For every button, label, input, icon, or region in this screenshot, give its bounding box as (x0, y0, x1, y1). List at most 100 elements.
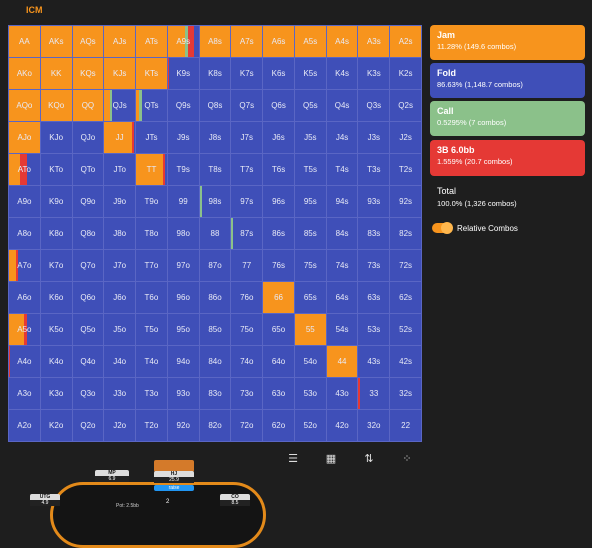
seat-utg[interactable]: UTG 4.9 (30, 494, 60, 506)
hand-cell-A4s[interactable]: A4s (325, 25, 358, 57)
hand-cell-Q3s[interactable]: Q3s (357, 89, 390, 121)
hand-cell-Q8o[interactable]: Q8o (71, 217, 104, 249)
hand-cell-J8s[interactable]: J8s (198, 121, 231, 153)
hand-cell-Q4o[interactable]: Q4o (71, 345, 104, 377)
hand-cell-K7o[interactable]: K7o (39, 249, 72, 281)
hand-cell-KTs[interactable]: KTs (135, 57, 167, 89)
hand-cell-A2s[interactable]: A2s (389, 25, 421, 57)
hand-cell-KQs[interactable]: KQs (71, 57, 104, 89)
hand-cell-77[interactable]: 77 (230, 249, 263, 281)
hand-cell-84s[interactable]: 84s (325, 217, 358, 249)
hand-cell-J3s[interactable]: J3s (357, 121, 390, 153)
toggle-switch[interactable] (432, 222, 453, 234)
hand-cell-A8s[interactable]: A8s (198, 25, 231, 57)
hand-cell-64o[interactable]: 64o (262, 345, 294, 377)
hand-cell-K6o[interactable]: K6o (39, 281, 72, 313)
hand-cell-K2s[interactable]: K2s (389, 57, 421, 89)
hand-cell-63o[interactable]: 63o (262, 377, 294, 409)
hand-cell-96s[interactable]: 96s (262, 185, 294, 217)
hand-cell-AKo[interactable]: AKo (8, 57, 40, 89)
hand-cell-32s[interactable]: 32s (389, 377, 421, 409)
hand-cell-87s[interactable]: 87s (230, 217, 263, 249)
hand-cell-J2s[interactable]: J2s (389, 121, 421, 153)
hand-cell-A9o[interactable]: A9o (8, 185, 40, 217)
hand-cell-74o[interactable]: 74o (230, 345, 263, 377)
hand-cell-T2s[interactable]: T2s (389, 153, 421, 185)
hand-cell-ATs[interactable]: ATs (135, 25, 167, 57)
hand-cell-A5o[interactable]: A5o (8, 313, 40, 345)
hand-cell-T8o[interactable]: T8o (135, 217, 167, 249)
legend-jam[interactable]: Jam 11.28% (149.6 combos) (430, 25, 585, 60)
hand-cell-K4s[interactable]: K4s (325, 57, 358, 89)
hand-cell-Q9s[interactable]: Q9s (166, 89, 199, 121)
hand-cell-82s[interactable]: 82s (389, 217, 421, 249)
hand-cell-J3o[interactable]: J3o (103, 377, 136, 409)
hand-cell-AQo[interactable]: AQo (8, 89, 40, 121)
hand-cell-76o[interactable]: 76o (230, 281, 263, 313)
seat-hj[interactable]: HJ 25.9 (154, 471, 194, 483)
hand-cell-J5s[interactable]: J5s (293, 121, 326, 153)
hand-cell-K3o[interactable]: K3o (39, 377, 72, 409)
hand-cell-A3o[interactable]: A3o (8, 377, 40, 409)
hero-seat[interactable]: HJ 25.9 raise (150, 460, 198, 491)
hand-cell-Q2o[interactable]: Q2o (71, 409, 104, 441)
hand-cell-J7o[interactable]: J7o (103, 249, 136, 281)
hand-cell-72o[interactable]: 72o (230, 409, 263, 441)
hand-cell-33[interactable]: 33 (357, 377, 390, 409)
seat-co[interactable]: CO 8.5 (220, 494, 250, 506)
hand-cell-Q4s[interactable]: Q4s (325, 89, 358, 121)
hand-cell-A5s[interactable]: A5s (293, 25, 326, 57)
hand-cell-76s[interactable]: 76s (262, 249, 294, 281)
hand-cell-TT[interactable]: TT (135, 153, 167, 185)
hand-cell-85o[interactable]: 85o (198, 313, 231, 345)
hand-cell-J7s[interactable]: J7s (230, 121, 263, 153)
hand-cell-T2o[interactable]: T2o (135, 409, 167, 441)
hand-cell-K6s[interactable]: K6s (262, 57, 294, 89)
hand-cell-Q7s[interactable]: Q7s (230, 89, 263, 121)
hand-cell-Q8s[interactable]: Q8s (198, 89, 231, 121)
hand-cell-J4o[interactable]: J4o (103, 345, 136, 377)
hand-cell-Q9o[interactable]: Q9o (71, 185, 104, 217)
hand-cell-ATo[interactable]: ATo (8, 153, 40, 185)
hand-cell-92s[interactable]: 92s (389, 185, 421, 217)
hand-cell-Q3o[interactable]: Q3o (71, 377, 104, 409)
hand-cell-83s[interactable]: 83s (357, 217, 390, 249)
hand-cell-K7s[interactable]: K7s (230, 57, 263, 89)
hand-cell-QTo[interactable]: QTo (71, 153, 104, 185)
hand-cell-A3s[interactable]: A3s (357, 25, 390, 57)
hand-cell-AJo[interactable]: AJo (8, 121, 40, 153)
hand-cell-T3o[interactable]: T3o (135, 377, 167, 409)
hand-cell-84o[interactable]: 84o (198, 345, 231, 377)
hand-cell-T8s[interactable]: T8s (198, 153, 231, 185)
hand-cell-K5s[interactable]: K5s (293, 57, 326, 89)
hand-cell-A6o[interactable]: A6o (8, 281, 40, 313)
hand-cell-93s[interactable]: 93s (357, 185, 390, 217)
hand-cell-JTo[interactable]: JTo (103, 153, 136, 185)
hand-cell-53o[interactable]: 53o (293, 377, 326, 409)
hand-cell-JJ[interactable]: JJ (103, 121, 136, 153)
hand-cell-66[interactable]: 66 (262, 281, 294, 313)
hand-cell-AJs[interactable]: AJs (103, 25, 136, 57)
hand-cell-K8s[interactable]: K8s (198, 57, 231, 89)
hand-cell-94o[interactable]: 94o (166, 345, 199, 377)
hand-cell-T5s[interactable]: T5s (293, 153, 326, 185)
hand-cell-Q5o[interactable]: Q5o (71, 313, 104, 345)
hand-cell-A4o[interactable]: A4o (8, 345, 40, 377)
hand-cell-J9s[interactable]: J9s (166, 121, 199, 153)
hand-cell-Q2s[interactable]: Q2s (389, 89, 421, 121)
hand-cell-52s[interactable]: 52s (389, 313, 421, 345)
hand-cell-22[interactable]: 22 (389, 409, 421, 441)
hand-cell-Q6s[interactable]: Q6s (262, 89, 294, 121)
hand-cell-73o[interactable]: 73o (230, 377, 263, 409)
hand-cell-K2o[interactable]: K2o (39, 409, 72, 441)
hand-cell-A8o[interactable]: A8o (8, 217, 40, 249)
hand-cell-62o[interactable]: 62o (262, 409, 294, 441)
hand-cell-A7s[interactable]: A7s (230, 25, 263, 57)
hand-cell-K5o[interactable]: K5o (39, 313, 72, 345)
hand-cell-42s[interactable]: 42s (389, 345, 421, 377)
hand-cell-97s[interactable]: 97s (230, 185, 263, 217)
hand-cell-KJo[interactable]: KJo (39, 121, 72, 153)
hand-cell-55[interactable]: 55 (293, 313, 326, 345)
hand-cell-72s[interactable]: 72s (389, 249, 421, 281)
hand-cell-KK[interactable]: KK (39, 57, 72, 89)
